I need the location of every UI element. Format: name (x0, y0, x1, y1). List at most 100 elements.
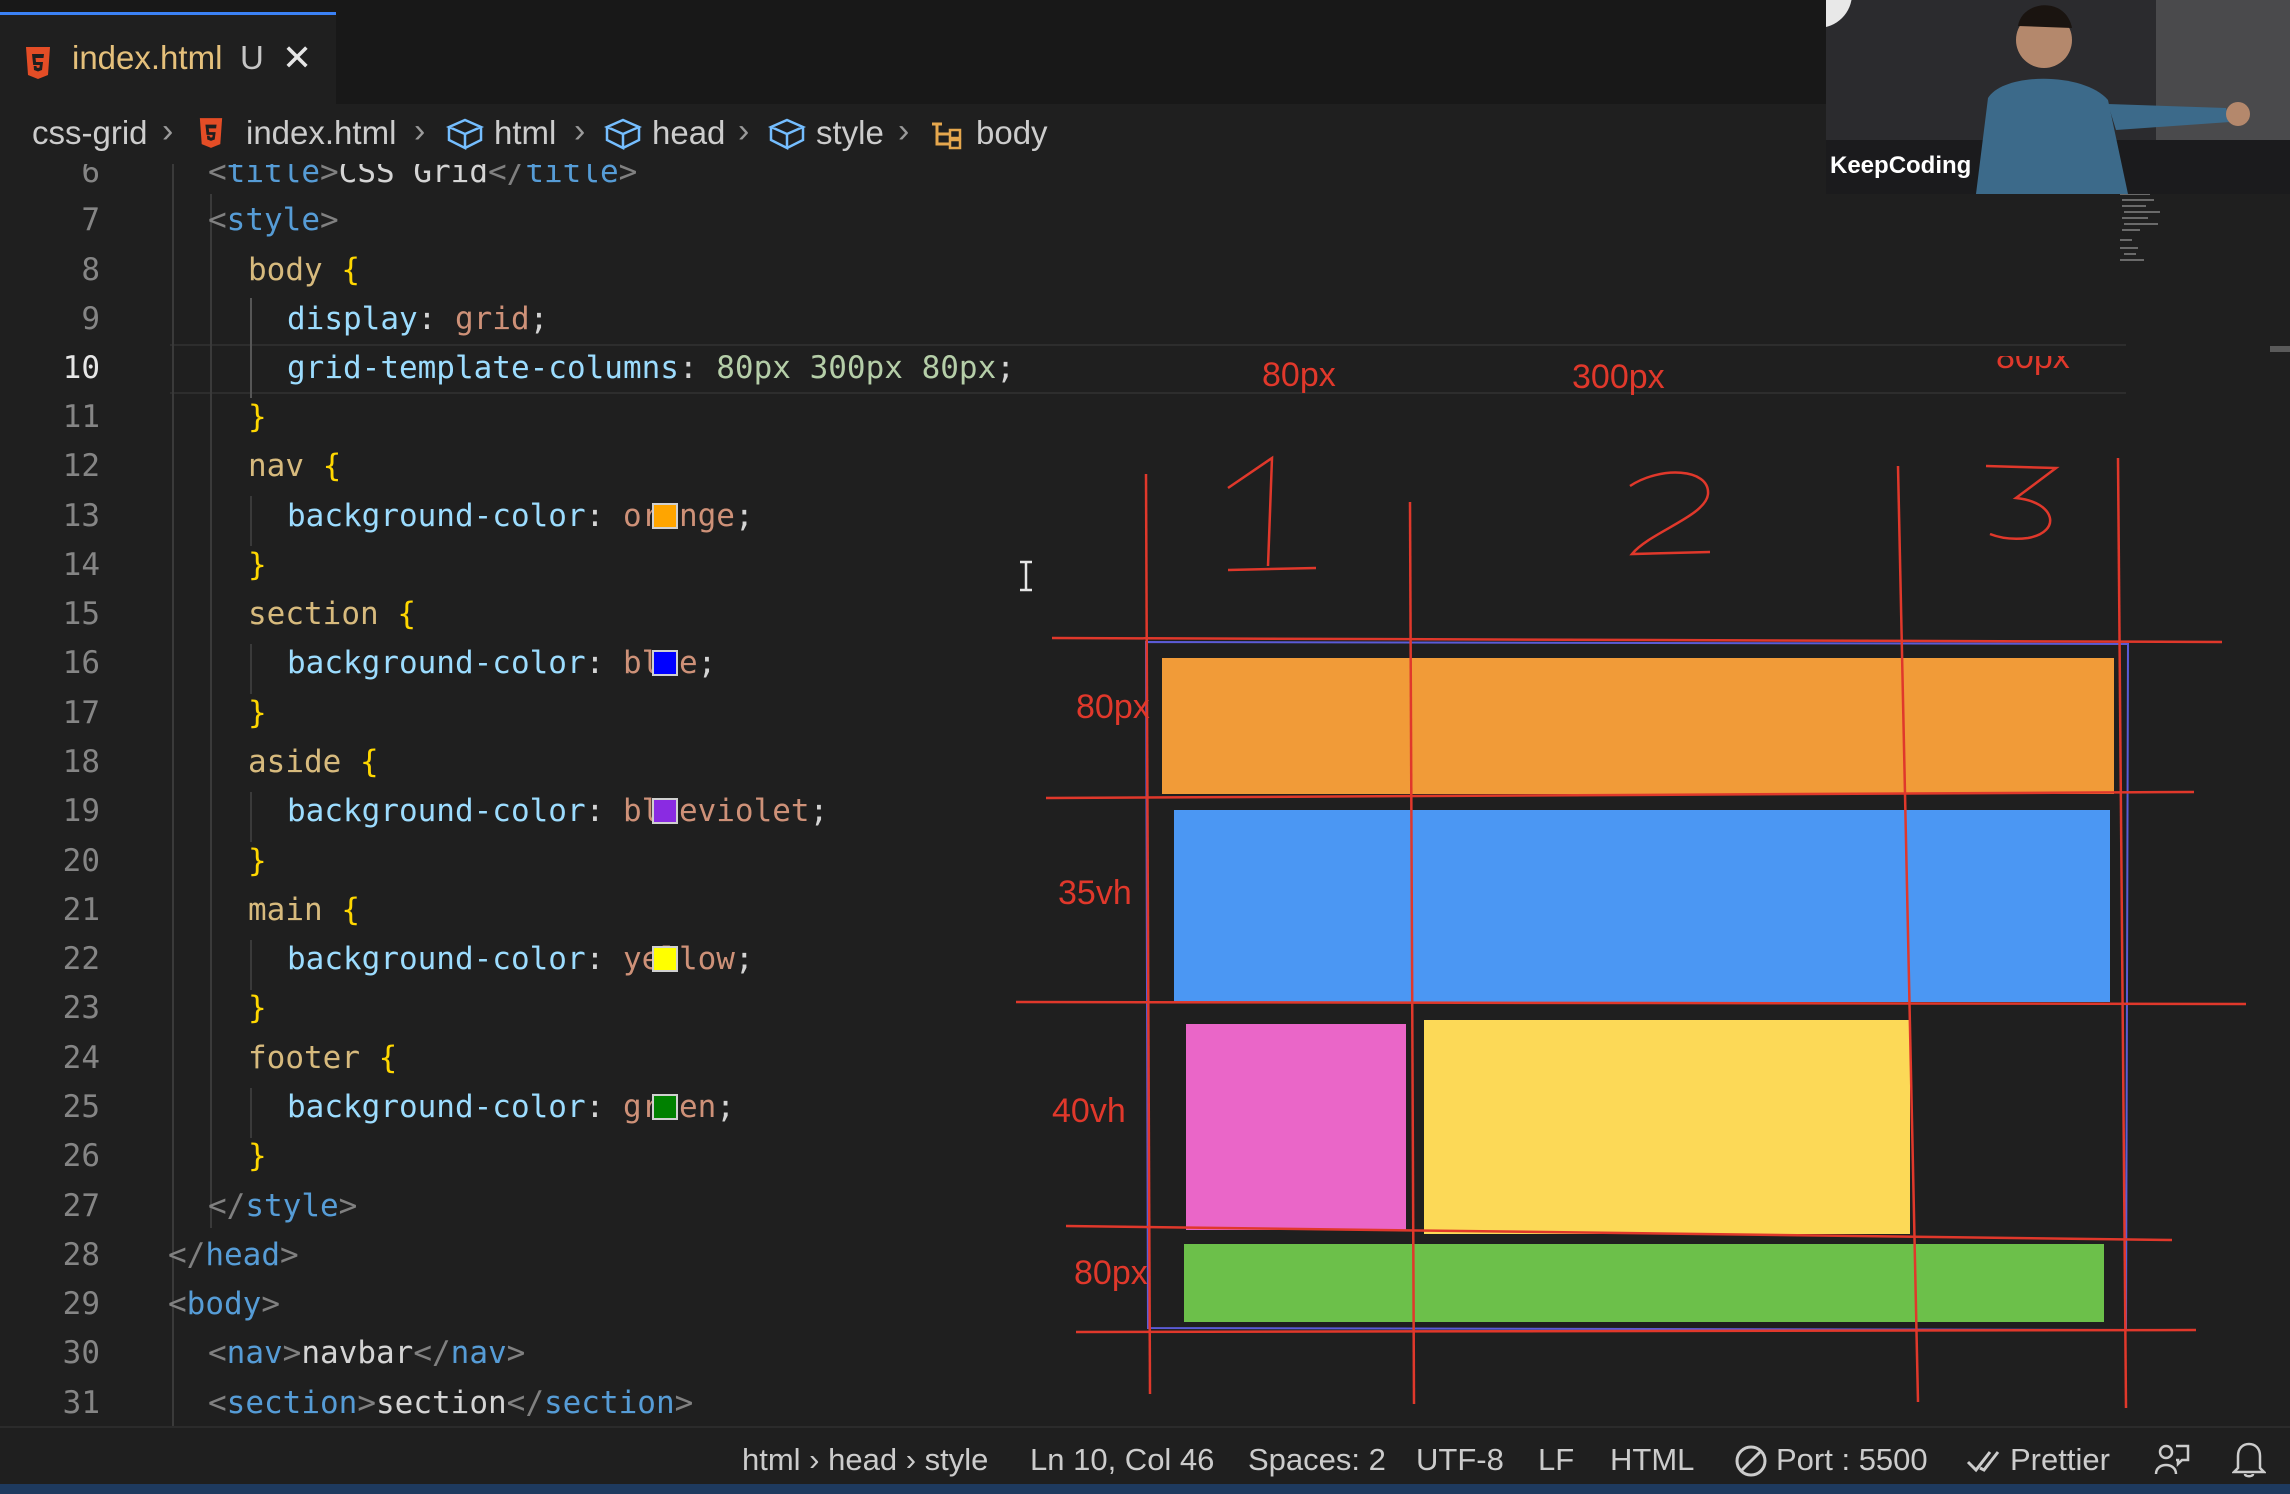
indent-guide (250, 496, 252, 546)
breadcrumb-head[interactable]: head (652, 114, 725, 152)
line-number: 20 (62, 843, 100, 879)
cube-icon (768, 118, 806, 150)
code-line: aside { (248, 744, 379, 780)
code-line: <nav>navbar</nav> (208, 1335, 526, 1371)
row-label: 80px (1074, 1254, 1148, 1292)
row-label: 40vh (1052, 1092, 1126, 1130)
status-prettier[interactable]: Prettier (2010, 1442, 2110, 1478)
breadcrumb-body[interactable]: body (976, 114, 1048, 152)
line-number: 16 (62, 645, 100, 681)
code-line: } (248, 843, 267, 879)
line-number: 23 (62, 990, 100, 1026)
indent-guide (250, 792, 252, 842)
status-encoding[interactable]: UTF-8 (1416, 1442, 1504, 1478)
grid-sketch: 80px 300px 80px 80px 35vh 40vh 80px 1 2 … (1010, 356, 2247, 1409)
status-breadcrumb[interactable]: html › head › style (742, 1442, 988, 1478)
line-number: 31 (62, 1385, 100, 1421)
line-number: 11 (62, 399, 100, 435)
grid-line (2116, 457, 2128, 1409)
column-label: 300px (1572, 358, 1665, 396)
breadcrumb-style[interactable]: style (816, 114, 884, 152)
indent-guide (250, 348, 252, 398)
color-swatch-blueviolet[interactable] (652, 798, 678, 824)
breadcrumb-html[interactable]: html (494, 114, 556, 152)
line-number: 7 (81, 202, 100, 238)
indent-guide (250, 940, 252, 990)
line-number-active: 10 (62, 350, 100, 386)
code-line: </head> (168, 1237, 299, 1273)
line-number: 29 (62, 1286, 100, 1322)
indent-guide (250, 1088, 252, 1138)
column-number: 3 (1010, 356, 1011, 357)
code-line: footer { (248, 1040, 398, 1076)
cube-icon (446, 118, 484, 150)
column-label: 80px (1262, 356, 1336, 394)
feedback-icon[interactable] (2154, 1442, 2190, 1478)
code-line: } (248, 1138, 267, 1174)
column-number: 2 (1010, 356, 1011, 357)
code-line: } (248, 990, 267, 1026)
tab-title: index.html (72, 39, 223, 76)
code-line: body { (248, 252, 360, 288)
grid-line (1075, 1328, 2197, 1334)
chevron-right-icon: › (738, 112, 750, 150)
color-swatch-yellow[interactable] (652, 946, 678, 972)
line-number: 26 (62, 1138, 100, 1174)
color-swatch-green[interactable] (652, 1094, 678, 1120)
line-number: 22 (62, 941, 100, 977)
html5-file-icon (26, 47, 50, 79)
code-line: main { (248, 892, 360, 928)
tab-index-html[interactable]: index.html U ✕ (0, 12, 336, 107)
color-swatch-orange[interactable] (652, 503, 678, 529)
line-number: 8 (81, 252, 100, 288)
indent-guide (210, 194, 212, 1228)
breadcrumb-file[interactable]: index.html (246, 114, 396, 152)
code-line: <title>CSS Grid</title> (208, 164, 638, 190)
breadcrumb: css-grid › index.html › html › head › st… (0, 104, 1826, 164)
column-label: 80px (1996, 356, 2070, 376)
line-number: 14 (62, 547, 100, 583)
status-cursor-position[interactable]: Ln 10, Col 46 (1030, 1442, 1214, 1478)
bell-icon[interactable] (2232, 1440, 2266, 1478)
line-number: 18 (62, 744, 100, 780)
numeral-2 (1629, 471, 1711, 556)
grid-line (1015, 1000, 2247, 1006)
color-swatch-blue[interactable] (652, 650, 678, 676)
line-number: 25 (62, 1089, 100, 1125)
chevron-right-icon: › (898, 112, 910, 150)
line-number: 28 (62, 1237, 100, 1273)
line-number: 27 (62, 1188, 100, 1224)
column-number: 1 (1010, 356, 1011, 357)
webcam-overlay: KeepCoding (1826, 0, 2290, 194)
scrollbar-thumb[interactable] (2270, 346, 2290, 352)
numeral-1 (1227, 455, 1317, 572)
status-live-server-port[interactable]: Port : 5500 (1776, 1442, 1928, 1478)
status-indentation[interactable]: Spaces: 2 (1248, 1442, 1386, 1478)
nav-block (1162, 658, 2114, 794)
main-block (1424, 1020, 1910, 1234)
code-line: nav { (248, 448, 342, 484)
status-bar-bottom-strip (0, 1484, 2290, 1494)
line-number: 17 (62, 695, 100, 731)
code-line: background-color: blueviolet; (287, 793, 829, 829)
chevron-right-icon: › (162, 112, 174, 150)
line-number: 24 (62, 1040, 100, 1076)
code-line: background-color: orange; (287, 498, 754, 534)
breadcrumb-folder[interactable]: css-grid (32, 114, 148, 152)
row-label: 80px (1076, 688, 1150, 726)
double-check-icon (1966, 1451, 2000, 1473)
status-bar: html › head › style Ln 10, Col 46 Spaces… (0, 1426, 2290, 1494)
indent-guide (250, 298, 252, 348)
code-line: <section>section</section> (208, 1385, 694, 1421)
minimap[interactable] (2110, 190, 2200, 290)
tree-node-icon (932, 122, 962, 150)
html5-file-icon (199, 118, 223, 148)
status-eol[interactable]: LF (1538, 1442, 1574, 1478)
webcam-label: KeepCoding (1830, 152, 1972, 179)
status-language[interactable]: HTML (1610, 1442, 1694, 1478)
cube-icon (604, 118, 642, 150)
code-line: grid-template-columns: 80px 300px 80px; (287, 350, 1015, 386)
close-icon[interactable]: ✕ (282, 37, 312, 79)
no-entry-icon (1735, 1445, 1767, 1477)
footer-block (1184, 1244, 2104, 1322)
